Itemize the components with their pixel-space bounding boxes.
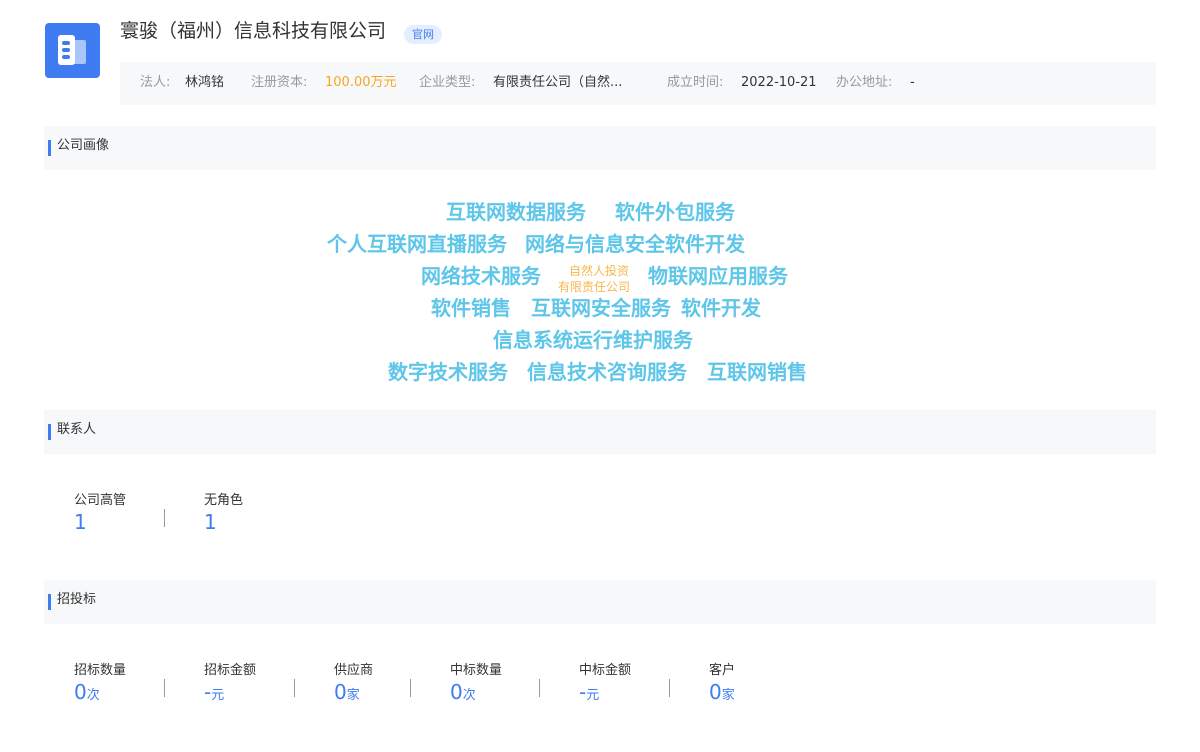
- section-accent-bar: [48, 424, 51, 440]
- section-title-portrait: 公司画像: [57, 138, 110, 153]
- tag-word: 软件外包服务: [615, 200, 735, 224]
- founded-value: 2022-10-21: [741, 75, 817, 90]
- section-accent-bar: [48, 594, 51, 610]
- section-title-contacts: 联系人: [57, 422, 97, 437]
- tag-word: 信息系统运行维护服务: [493, 328, 693, 352]
- legal-person-label: 法人:: [140, 75, 171, 90]
- tag-word: 软件开发: [681, 296, 761, 320]
- stat-label: 供应商: [334, 663, 374, 678]
- tag-word: 数字技术服务: [388, 360, 508, 384]
- stat-divider: [669, 679, 670, 697]
- tag-word: 自然人投资: [569, 264, 630, 278]
- address-label: 办公地址:: [836, 75, 893, 90]
- stat-value: 1: [204, 510, 217, 534]
- founded-label: 成立时间:: [667, 75, 724, 90]
- stat-value: -元: [579, 680, 600, 704]
- stat-value: 0次: [74, 680, 100, 704]
- stat-divider: [410, 679, 411, 697]
- tag-word: 网络与信息安全软件开发: [525, 232, 745, 256]
- stat-value: 0家: [334, 680, 360, 704]
- stat-divider: [539, 679, 540, 697]
- stat-label: 客户: [709, 663, 736, 678]
- tag-word: 有限责任公司: [558, 280, 631, 294]
- stat-label: 招标金额: [204, 663, 257, 678]
- tag-word: 个人互联网直播服务: [327, 232, 507, 256]
- tag-word: 互联网安全服务: [531, 296, 671, 320]
- tag-word: 互联网数据服务: [446, 200, 586, 224]
- company-name: 寰骏（福州）信息科技有限公司: [120, 20, 387, 42]
- section-header-portrait: 公司画像: [44, 126, 1156, 170]
- stat-label: 无角色: [204, 493, 244, 508]
- website-badge[interactable]: 官网: [404, 25, 442, 44]
- stat-value: 1: [74, 510, 87, 534]
- capital-value: 100.00万元: [325, 75, 397, 90]
- stat-label: 中标金额: [579, 663, 632, 678]
- company-info-bar: 法人: 林鸿铭 注册资本: 100.00万元 企业类型: 有限责任公司（自然..…: [120, 62, 1156, 105]
- tag-word: 物联网应用服务: [648, 264, 788, 288]
- stat-divider: [164, 679, 165, 697]
- stat-value: 0家: [709, 680, 735, 704]
- stat-divider: [164, 509, 165, 527]
- company-logo: [45, 23, 100, 78]
- stat-value: -元: [204, 680, 225, 704]
- tag-word: 软件销售: [431, 296, 511, 320]
- stat-divider: [294, 679, 295, 697]
- company-type-value: 有限责任公司（自然...: [493, 75, 623, 90]
- section-title-bidding: 招投标: [57, 592, 97, 607]
- stat-label: 招标数量: [74, 663, 127, 678]
- section-header-contacts: 联系人: [44, 410, 1156, 454]
- section-accent-bar: [48, 140, 51, 156]
- stat-label: 公司高管: [74, 493, 127, 508]
- section-header-bidding: 招投标: [44, 580, 1156, 624]
- tag-word: 信息技术咨询服务: [527, 360, 687, 384]
- capital-label: 注册资本:: [251, 75, 308, 90]
- address-value: -: [910, 75, 915, 90]
- tag-word: 互联网销售: [707, 360, 807, 384]
- logo-doc-front: [58, 35, 75, 65]
- stat-value: 0次: [450, 680, 476, 704]
- company-type-label: 企业类型:: [419, 75, 476, 90]
- legal-person-value[interactable]: 林鸿铭: [185, 62, 224, 103]
- tag-word: 网络技术服务: [421, 264, 541, 288]
- stat-label: 中标数量: [450, 663, 503, 678]
